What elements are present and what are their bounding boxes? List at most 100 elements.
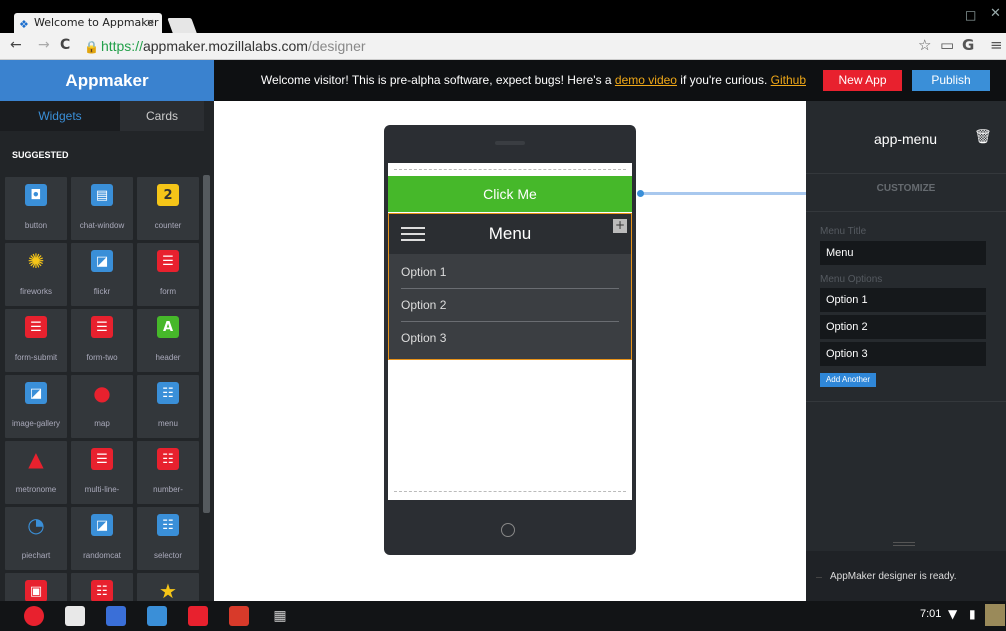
- widget-metronome[interactable]: ▲ metronome: [5, 441, 67, 504]
- chrome-icon[interactable]: [24, 606, 44, 626]
- bookmark-star-icon[interactable]: ☆: [918, 36, 931, 54]
- welcome-message: Welcome visitor! This is pre-alpha softw…: [214, 60, 806, 101]
- number-icon: ☷: [91, 580, 113, 601]
- clock[interactable]: 7:01: [920, 608, 941, 620]
- widget-number[interactable]: ☷: [71, 573, 133, 601]
- widget-camera[interactable]: ▣: [5, 573, 67, 601]
- widget-form[interactable]: ☰ form: [137, 243, 199, 306]
- publish-button[interactable]: Publish: [912, 70, 990, 91]
- menu-header: Menu +: [389, 214, 631, 254]
- widget-label: piechart: [21, 551, 51, 560]
- widget-label: multi-line-: [84, 485, 120, 494]
- widget-label: map: [94, 419, 110, 428]
- menu-icon: ☷: [157, 514, 179, 536]
- tab-widgets[interactable]: Widgets: [0, 101, 120, 131]
- widget-multi-line-[interactable]: ☰ multi-line-: [71, 441, 133, 504]
- widget-menu[interactable]: ☷ menu: [137, 375, 199, 438]
- widget-button[interactable]: ◘ button: [5, 177, 67, 240]
- youtube-icon[interactable]: [188, 606, 208, 626]
- menu-option[interactable]: Option 1: [401, 256, 619, 289]
- window-close-icon[interactable]: ✕: [990, 6, 1001, 21]
- image-icon: ◪: [91, 250, 113, 272]
- forward-icon[interactable]: →: [38, 37, 50, 53]
- tab-cards[interactable]: Cards: [120, 101, 204, 131]
- click-me-button[interactable]: Click Me: [388, 176, 632, 212]
- menu-option-field[interactable]: Option 2: [820, 315, 986, 339]
- angry-birds-icon[interactable]: [229, 606, 249, 626]
- widget-label: number-: [153, 485, 183, 494]
- widget-fireworks[interactable]: ✺ fireworks: [5, 243, 67, 306]
- browser-tab[interactable]: ❖ Welcome to Appmaker ×: [14, 13, 162, 33]
- gmail-icon[interactable]: [65, 606, 85, 626]
- browser-tab-bar: ❖ Welcome to Appmaker × □ ✕: [0, 0, 1006, 33]
- widget-label: counter: [154, 221, 182, 230]
- menu-option-field[interactable]: Option 1: [820, 288, 986, 312]
- trash-icon[interactable]: 🗑: [974, 129, 992, 145]
- url-host: appmaker.mozillalabs.com: [142, 38, 308, 54]
- status-area: AppMaker designer is ready.: [806, 551, 1006, 601]
- tab-close-icon[interactable]: ×: [146, 13, 155, 33]
- sidebar-scrollbar[interactable]: [203, 175, 210, 513]
- widget-map[interactable]: ● map: [71, 375, 133, 438]
- widget-piechart[interactable]: ◔ piechart: [5, 507, 67, 570]
- maximize-icon[interactable]: □: [965, 8, 976, 22]
- menu-option[interactable]: Option 2: [401, 289, 619, 322]
- menu-title-field[interactable]: Menu: [820, 241, 986, 265]
- form-icon: ☰: [91, 448, 113, 470]
- menu-option[interactable]: Option 3: [401, 322, 619, 355]
- url-path: /designer: [307, 38, 366, 54]
- new-app-button[interactable]: New App: [823, 70, 902, 91]
- widget-label: flickr: [93, 287, 111, 296]
- chrome-menu-icon[interactable]: ≡: [990, 36, 1003, 54]
- widget-header[interactable]: Aheader: [137, 309, 199, 372]
- form-icon: ☰: [157, 250, 179, 272]
- divider: [806, 211, 1006, 212]
- battery-icon[interactable]: ▮: [969, 607, 976, 621]
- metronome-icon: ▲: [28, 447, 44, 471]
- widget-number-[interactable]: ☷ number-: [137, 441, 199, 504]
- design-canvas: Click Me Menu + Option 1 Option 2 Option…: [214, 101, 806, 601]
- properties-panel: app-menu 🗑 CUSTOMIZE Menu Title Menu Men…: [806, 101, 1006, 601]
- google-search-icon[interactable]: [106, 606, 126, 626]
- google-extension-icon[interactable]: G: [962, 36, 974, 54]
- wifi-icon[interactable]: ▼: [948, 607, 957, 621]
- widget-counter[interactable]: 2 counter: [137, 177, 199, 240]
- widget-randomcat[interactable]: ◪ randomcat: [71, 507, 133, 570]
- widget-form-submit[interactable]: ☰ form-submit: [5, 309, 67, 372]
- widget-flickr[interactable]: ◪ flickr: [71, 243, 133, 306]
- lock-icon: 🔒: [84, 40, 99, 54]
- demo-video-link[interactable]: demo video: [615, 73, 677, 87]
- fireworks-icon: ✺: [27, 249, 45, 273]
- app-menu-widget[interactable]: Menu + Option 1 Option 2 Option 3: [388, 213, 632, 360]
- new-tab-button[interactable]: [167, 18, 197, 33]
- drop-zone-top: [394, 169, 626, 170]
- avatar[interactable]: [985, 604, 1005, 626]
- back-icon[interactable]: ←: [10, 37, 22, 53]
- widget-form-two[interactable]: ☰ form-two: [71, 309, 133, 372]
- camera-icon: ▣: [25, 580, 47, 601]
- docs-icon[interactable]: [147, 606, 167, 626]
- add-another-button[interactable]: Add Another: [820, 373, 876, 387]
- widget-chat-window[interactable]: ▤ chat-window: [71, 177, 133, 240]
- address-bar[interactable]: 🔒 https://appmaker.mozillalabs.com/design…: [84, 36, 999, 56]
- phone-frame: Click Me Menu + Option 1 Option 2 Option…: [384, 125, 636, 555]
- menu-options-label: Menu Options: [820, 274, 883, 285]
- widget-label: fireworks: [19, 287, 52, 296]
- widget-add-icon[interactable]: +: [613, 219, 627, 233]
- browser-toolbar: ← → C 🔒 https://appmaker.mozillalabs.com/…: [0, 33, 1006, 60]
- widget-image-gallery[interactable]: ◪ image-gallery: [5, 375, 67, 438]
- header-icon: A: [157, 316, 179, 338]
- widget-label: form-two: [86, 353, 118, 362]
- app-launcher-icon[interactable]: ▦: [270, 606, 290, 626]
- widget-selector[interactable]: ☷ selector: [137, 507, 199, 570]
- cast-icon[interactable]: ▭: [940, 36, 954, 54]
- image-icon: ◪: [25, 382, 47, 404]
- widget-star[interactable]: ★: [137, 573, 199, 601]
- resize-grip-icon[interactable]: [893, 542, 915, 546]
- selection-connector: [640, 192, 806, 195]
- menu-option-field[interactable]: Option 3: [820, 342, 986, 366]
- github-link[interactable]: Github: [771, 73, 806, 87]
- reload-icon[interactable]: C: [60, 37, 70, 53]
- button-icon: ◘: [25, 184, 47, 206]
- appmaker-designer: Appmaker Welcome visitor! This is pre-al…: [0, 60, 1006, 601]
